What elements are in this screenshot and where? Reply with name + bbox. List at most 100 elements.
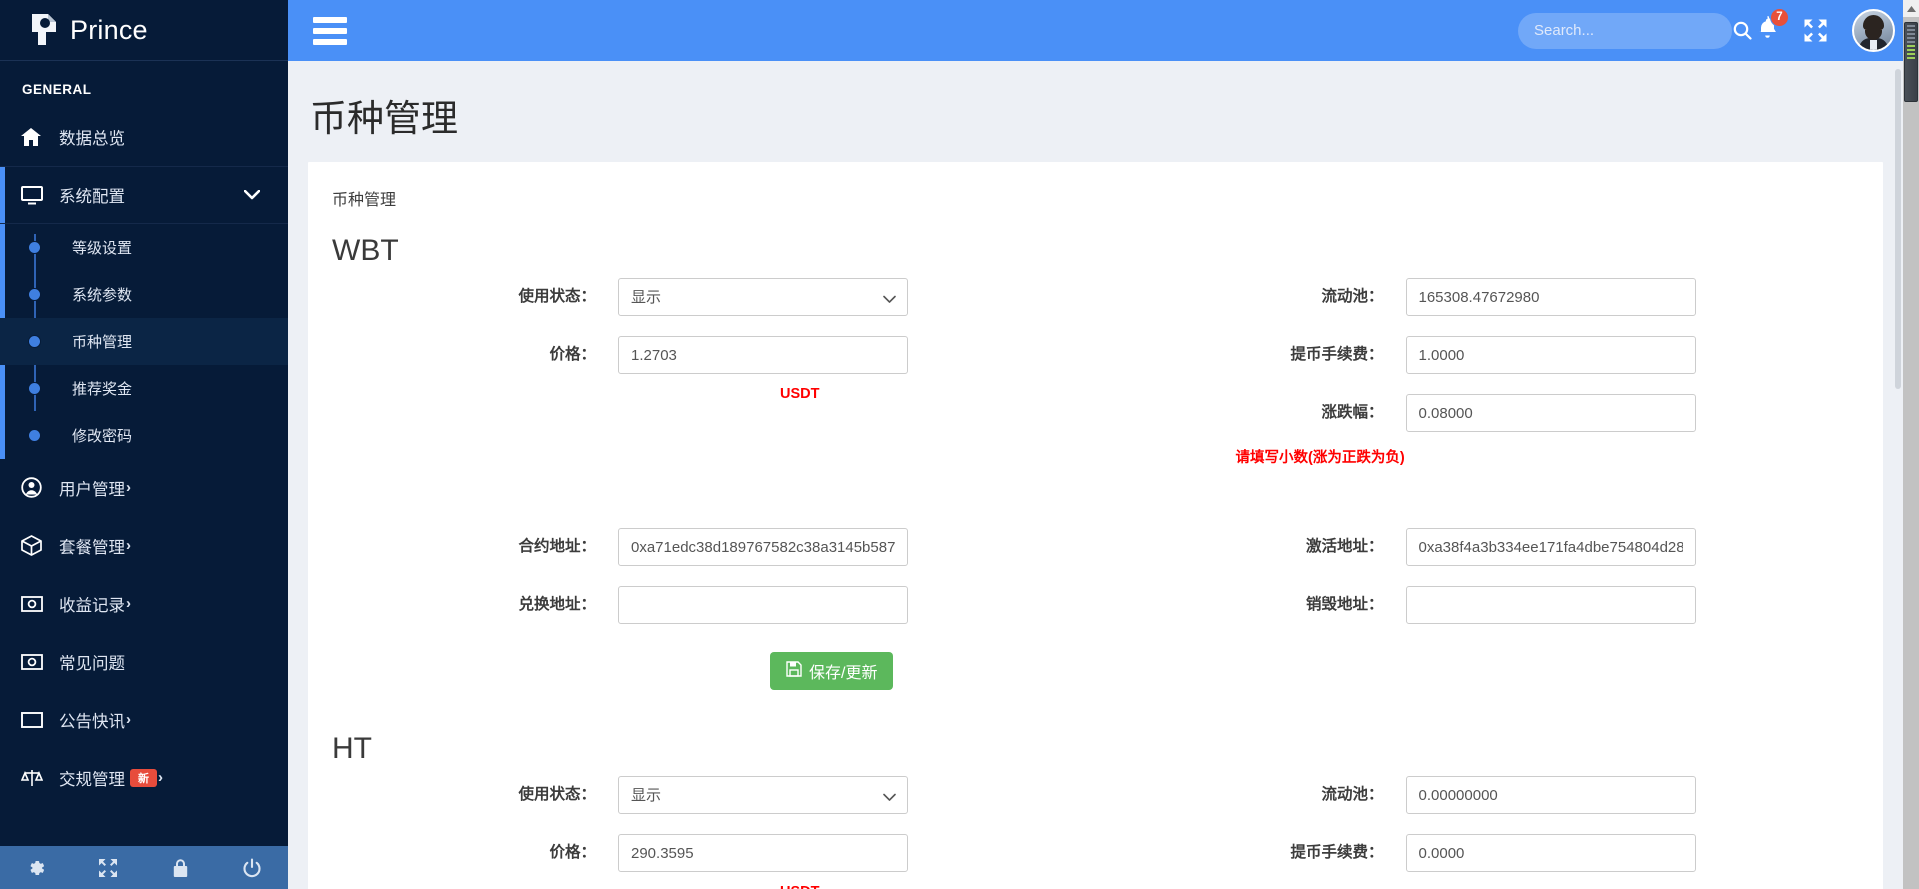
search-input[interactable] [1534, 22, 1733, 39]
home-icon [21, 127, 51, 146]
pool-input[interactable] [1405, 776, 1696, 814]
pool-input[interactable] [1405, 278, 1696, 316]
sidebar-item-dashboard[interactable]: 数据总览 [0, 108, 288, 166]
pool-control [1405, 776, 1696, 814]
sidebar-item-system-config[interactable]: 系统配置 [0, 166, 288, 224]
expand-icon[interactable] [72, 858, 144, 878]
sidebar-item-user-management[interactable]: 用户管理 › [0, 459, 288, 517]
thumb-line [1907, 25, 1915, 27]
coin-form-right-column: 流动池： 提币手续费： [1096, 278, 1884, 690]
chevron-right-icon: › [158, 769, 163, 786]
brand[interactable]: Prince [0, 0, 288, 61]
chevron-down-icon[interactable] [243, 187, 261, 204]
status-label: 使用状态： [518, 288, 596, 305]
contract-address-input[interactable] [618, 528, 908, 566]
browser-scrollbar-thumb[interactable] [1904, 22, 1918, 102]
sidebar-item-label: 套餐管理 [59, 538, 125, 557]
sidebar-item-income-records[interactable]: 收益记录 › [0, 575, 288, 633]
breadcrumb: 币种管理 [332, 192, 397, 209]
status-label: 使用状态： [518, 786, 596, 803]
price-input[interactable] [618, 834, 908, 872]
sidebar-subitem-change-password[interactable]: 修改密码 [0, 412, 288, 459]
activate-address-control [1405, 528, 1696, 566]
fullscreen-icon[interactable] [1803, 18, 1828, 43]
notification-count-badge: 7 [1770, 7, 1789, 27]
price-input[interactable] [618, 336, 908, 374]
field-row-pool: 流动池： [1096, 278, 1884, 336]
bullet-icon [29, 336, 40, 347]
chevron-right-icon: › [126, 479, 131, 496]
power-icon[interactable] [216, 857, 288, 878]
activate-address-input[interactable] [1405, 528, 1696, 566]
content-card: 币种管理 WBT 使用状态： 显示 价格： 1.2703 USDT 合约地址： … [308, 162, 1883, 889]
exchange-address-input[interactable] [618, 586, 908, 624]
thumb-line [1907, 53, 1915, 55]
right-column-spacer [1096, 482, 1884, 528]
sidebar-item-label: 系统配置 [59, 188, 125, 206]
banknote-icon [21, 653, 51, 670]
sidebar-subitem-referral-bonus[interactable]: 推荐奖金 [0, 365, 288, 412]
field-row-status: 使用状态： 显示 [308, 278, 1096, 336]
coin-form-grid: 使用状态： 显示 [308, 278, 1883, 690]
withdraw-fee-control [1405, 834, 1696, 872]
sidebar-item-package-management[interactable]: 套餐管理 › [0, 517, 288, 575]
bullet-icon [29, 430, 40, 441]
content-scrollbar[interactable] [1893, 61, 1903, 889]
status-control: 显示 [618, 278, 908, 316]
sidebar: Prince GENERAL 数据总览 系统配置 等级设置 系统参数 币种管理 … [0, 0, 288, 889]
field-row-activate-address: 激活地址： [1096, 528, 1884, 586]
change-rate-input[interactable] [1405, 394, 1696, 432]
sidebar-item-rules-management[interactable]: 交规管理 新 › [0, 749, 288, 807]
content-scrollbar-thumb[interactable] [1895, 69, 1901, 389]
change-rate-hint: 请填写小数(涨为正跌为负) [1235, 450, 1405, 466]
status-control: 显示 [618, 776, 908, 814]
price-unit-hint: USDT [780, 386, 820, 402]
banknote-icon [21, 595, 51, 612]
sidebar-submenu-system-config: 等级设置 系统参数 币种管理 推荐奖金 修改密码 [0, 224, 288, 459]
square-icon [21, 711, 51, 728]
thumb-line [1907, 45, 1915, 47]
sidebar-subitem-label: 推荐奖金 [72, 381, 133, 398]
exchange-address-control [618, 586, 908, 624]
scroll-up-arrow-icon[interactable] [1903, 0, 1919, 17]
save-button[interactable]: 保存/更新 [770, 652, 894, 690]
search-box[interactable] [1518, 12, 1752, 49]
box-icon [21, 535, 51, 556]
chevron-right-icon: › [126, 595, 131, 612]
sidebar-subitem-system-params[interactable]: 系统参数 [0, 271, 288, 318]
withdraw-fee-input[interactable] [1405, 336, 1696, 374]
brand-name: Prince [70, 14, 148, 45]
withdraw-fee-input[interactable] [1405, 834, 1696, 872]
burn-address-input[interactable] [1405, 586, 1696, 624]
sidebar-subitem-coin-management[interactable]: 币种管理 [0, 318, 288, 365]
coin-form-right-column: 流动池： 提币手续费： [1096, 776, 1884, 889]
monitor-icon [21, 185, 51, 205]
thumb-line [1907, 57, 1915, 59]
coin-name: WBT [332, 234, 399, 267]
withdraw-fee-label: 提币手续费： [1290, 844, 1384, 861]
coin-section-ht: HT 使用状态： 显示 价格： 290.3595 流动池： 0.00000000… [308, 712, 1883, 889]
sidebar-subitem-level-settings[interactable]: 等级设置 [0, 224, 288, 271]
status-select[interactable]: 显示 [618, 776, 908, 814]
hamburger-menu-icon[interactable] [313, 12, 347, 50]
activate-address-label: 激活地址： [1305, 538, 1384, 555]
field-row-price: 价格： [308, 336, 1096, 394]
sidebar-item-label: 公告快讯 [59, 712, 125, 731]
price-label: 价格： [549, 346, 596, 363]
coin-name: HT [332, 732, 372, 765]
browser-scrollbar[interactable] [1903, 0, 1919, 889]
prince-logo-icon [26, 12, 60, 48]
status-select[interactable]: 显示 [618, 278, 908, 316]
sidebar-item-faq[interactable]: 常见问题 [0, 633, 288, 691]
avatar[interactable] [1852, 9, 1895, 52]
lock-icon[interactable] [144, 858, 216, 878]
bullet-icon [29, 289, 40, 300]
notifications-button[interactable]: 7 [1756, 7, 1789, 46]
sidebar-item-announcements[interactable]: 公告快讯 › [0, 691, 288, 749]
gear-icon[interactable] [0, 858, 72, 878]
user-circle-icon [21, 477, 51, 498]
field-row-pool: 流动池： [1096, 776, 1884, 834]
field-row-contract-address: 合约地址： [308, 528, 1096, 586]
search-icon[interactable] [1733, 21, 1752, 40]
bullet-icon [29, 383, 40, 394]
